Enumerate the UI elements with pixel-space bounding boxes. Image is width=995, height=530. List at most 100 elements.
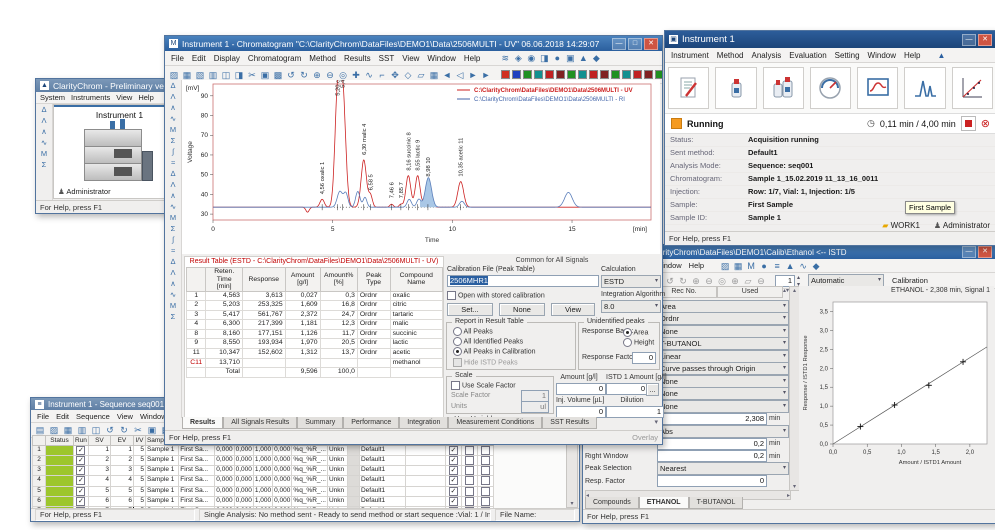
tab-integration[interactable]: Integration xyxy=(399,417,448,429)
signal-color-swatch[interactable] xyxy=(523,70,532,79)
result-table[interactable]: Reten. Time [min]ResponseAmount [g/l]Amo… xyxy=(186,267,443,378)
result-row[interactable]: 88,160177,1511,12611,7Ordnrsuccinic xyxy=(187,329,443,339)
signal-color-swatch[interactable] xyxy=(600,70,609,79)
wrench-icon[interactable]: ✚ xyxy=(350,69,362,81)
run-checkbox[interactable]: ✓ xyxy=(76,466,85,475)
signal-color-swatch[interactable] xyxy=(644,70,653,79)
sequence-table-area[interactable]: StatusRunSVEVI/VSample ID1✓115Sample 1Fi… xyxy=(32,435,567,508)
response-base-option[interactable]: Height xyxy=(623,338,654,347)
flag-checkbox[interactable] xyxy=(465,466,474,475)
menu-edit[interactable]: Edit xyxy=(192,54,206,63)
last-icon[interactable]: ► xyxy=(480,69,492,81)
signal-color-swatch[interactable] xyxy=(622,70,631,79)
logged-user[interactable]: ♟ Administrator xyxy=(58,187,111,196)
setting-dropdown[interactable]: Ordnr▾ xyxy=(657,312,789,325)
legend-entry[interactable]: C:\ClarityChrom\DataFiles\DEMO1\Data\250… xyxy=(474,88,633,94)
run-checkbox[interactable]: ✓ xyxy=(76,497,85,506)
info-icon[interactable]: ● xyxy=(758,260,770,272)
sequence-col-header[interactable]: Status xyxy=(46,436,74,446)
menu-window[interactable]: Window xyxy=(868,51,896,60)
save-calib-icon[interactable]: ▦ xyxy=(732,260,744,272)
fft-icon[interactable]: Σ xyxy=(167,311,179,322)
setting-dropdown[interactable]: None▾ xyxy=(657,375,789,388)
gear-icon[interactable]: Λ xyxy=(38,115,50,126)
setting-dropdown[interactable]: None▾ xyxy=(657,400,789,413)
titlebar[interactable]: Μ Instrument 1 - Chromatogram "C:\Clarit… xyxy=(165,36,662,51)
menu-sst[interactable]: SST xyxy=(379,54,395,63)
paste-icon[interactable]: ▩ xyxy=(272,69,284,81)
menu-edit[interactable]: Edit xyxy=(56,412,69,421)
sequence-col-header[interactable]: I/V xyxy=(133,436,145,446)
vertical-scrollbar[interactable]: ▴▾ xyxy=(566,435,578,508)
sequence-row[interactable]: 4✓445Sample 1First Sa...0,0000,0001,0000… xyxy=(33,476,494,486)
data-acquisition-icon[interactable] xyxy=(857,67,898,109)
overlay-icon[interactable]: ≋ xyxy=(499,52,511,64)
open-icon[interactable]: ▨ xyxy=(168,69,180,81)
peak-tool-icon[interactable]: ∧ xyxy=(167,102,179,113)
sequence-row[interactable]: 3✓335Sample 1First Sa...0,0000,0001,0000… xyxy=(33,466,494,476)
use-scale-factor-checkbox[interactable]: Use Scale Factor xyxy=(451,381,516,390)
chromatogram-plot[interactable]: 30405060708090051015[mV]VoltageTime[min]… xyxy=(182,80,660,254)
zoom-out-icon[interactable]: ⊖ xyxy=(324,69,336,81)
menu-chromatogram[interactable]: Chromatogram xyxy=(248,54,301,63)
setting-dropdown[interactable]: Linear▾ xyxy=(657,350,789,363)
menu-view[interactable]: View xyxy=(402,54,419,63)
delete-point-icon[interactable]: ⊖ xyxy=(755,275,767,287)
info-icon[interactable]: ● xyxy=(551,52,563,64)
signal-color-swatch[interactable] xyxy=(578,70,587,79)
first-icon[interactable]: ◄ xyxy=(441,69,453,81)
flag-checkbox[interactable]: ✓ xyxy=(449,466,458,475)
project-badge[interactable]: ▰ WORK1 xyxy=(882,221,920,230)
export-icon[interactable]: ◨ xyxy=(233,69,245,81)
flag-checkbox[interactable] xyxy=(481,456,490,465)
menu-evaluation[interactable]: Evaluation xyxy=(789,51,826,60)
zoom-in-icon[interactable]: ⊕ xyxy=(311,69,323,81)
calibration-graph-area[interactable]: ETHANOL - 2,308 min, Signal 1 0,00,51,01… xyxy=(799,286,994,498)
hide-istd-checkbox[interactable]: Hide ISTD Peaks xyxy=(453,358,518,367)
flag-checkbox[interactable] xyxy=(465,487,474,496)
calibration-level-field[interactable]: 1 xyxy=(775,275,795,287)
report-option[interactable]: All Peaks xyxy=(453,327,493,336)
menu-method[interactable]: Method xyxy=(717,51,744,60)
result-row[interactable]: Total9,596100,0 xyxy=(187,368,443,378)
sequence-row[interactable]: 1✓115Sample 1First Sa...0,0000,0001,0000… xyxy=(33,446,494,456)
response-base-option[interactable]: Area xyxy=(623,328,648,337)
flag-checkbox[interactable] xyxy=(465,476,474,485)
run-checkbox[interactable]: ✓ xyxy=(76,456,85,465)
abort-button[interactable]: ⊗ xyxy=(981,117,990,130)
signal-color-swatch[interactable] xyxy=(589,70,598,79)
fit-icon[interactable]: ◇ xyxy=(402,69,414,81)
result-col-header[interactable] xyxy=(187,268,206,292)
signal-color-swatch[interactable] xyxy=(611,70,620,79)
prev-icon[interactable]: ◁ xyxy=(454,69,466,81)
baseline-tool-icon[interactable]: ∫ xyxy=(167,146,179,157)
flag-checkbox[interactable]: ✓ xyxy=(449,487,458,496)
sum-icon[interactable]: Μ xyxy=(167,300,179,311)
sequence-col-header[interactable]: EV xyxy=(110,436,133,446)
menu-view[interactable]: View xyxy=(116,93,132,102)
minimize-button[interactable]: — xyxy=(962,246,976,258)
result-row[interactable]: 98,550193,9341,97020,5Ordnrlactic xyxy=(187,339,443,349)
setting-dropdown[interactable]: Nearest▾ xyxy=(657,462,789,475)
flag-checkbox[interactable] xyxy=(481,497,490,506)
preview-icon[interactable]: ◫ xyxy=(220,69,232,81)
compound-tab-t-butanol[interactable]: T-BUTANOL xyxy=(689,497,744,509)
method-setup-icon[interactable] xyxy=(668,67,709,109)
menu-system[interactable]: System xyxy=(40,93,65,102)
result-row[interactable]: 1110,347152,6021,31213,7Ordnracetic xyxy=(187,349,443,359)
calibration-curve[interactable]: 0,00,51,01,52,02,53,03,50,00,51,01,52,0R… xyxy=(799,294,992,492)
user-icon[interactable]: ∆ xyxy=(38,104,50,115)
power-icon[interactable]: Σ xyxy=(38,159,50,170)
cutoff-icon[interactable]: ≈ xyxy=(167,245,179,256)
flag-checkbox[interactable]: ✓ xyxy=(449,446,458,455)
axes-tool-icon[interactable]: Λ xyxy=(167,91,179,102)
signal-color-swatch[interactable] xyxy=(501,70,510,79)
chromatogram-graph-area[interactable]: 30405060708090051015[mV]VoltageTime[min]… xyxy=(182,80,660,254)
setting-dropdown[interactable]: None▾ xyxy=(657,387,789,400)
common-tool-icon[interactable]: ∆ xyxy=(167,80,179,91)
signal-color-swatch[interactable] xyxy=(556,70,565,79)
redo-icon[interactable]: ↻ xyxy=(677,275,689,287)
setting-dropdown[interactable]: Curve passes through Origin▾ xyxy=(657,362,789,375)
move-icon[interactable]: ✥ xyxy=(389,69,401,81)
setting-dropdown[interactable]: Area▾ xyxy=(657,300,789,313)
